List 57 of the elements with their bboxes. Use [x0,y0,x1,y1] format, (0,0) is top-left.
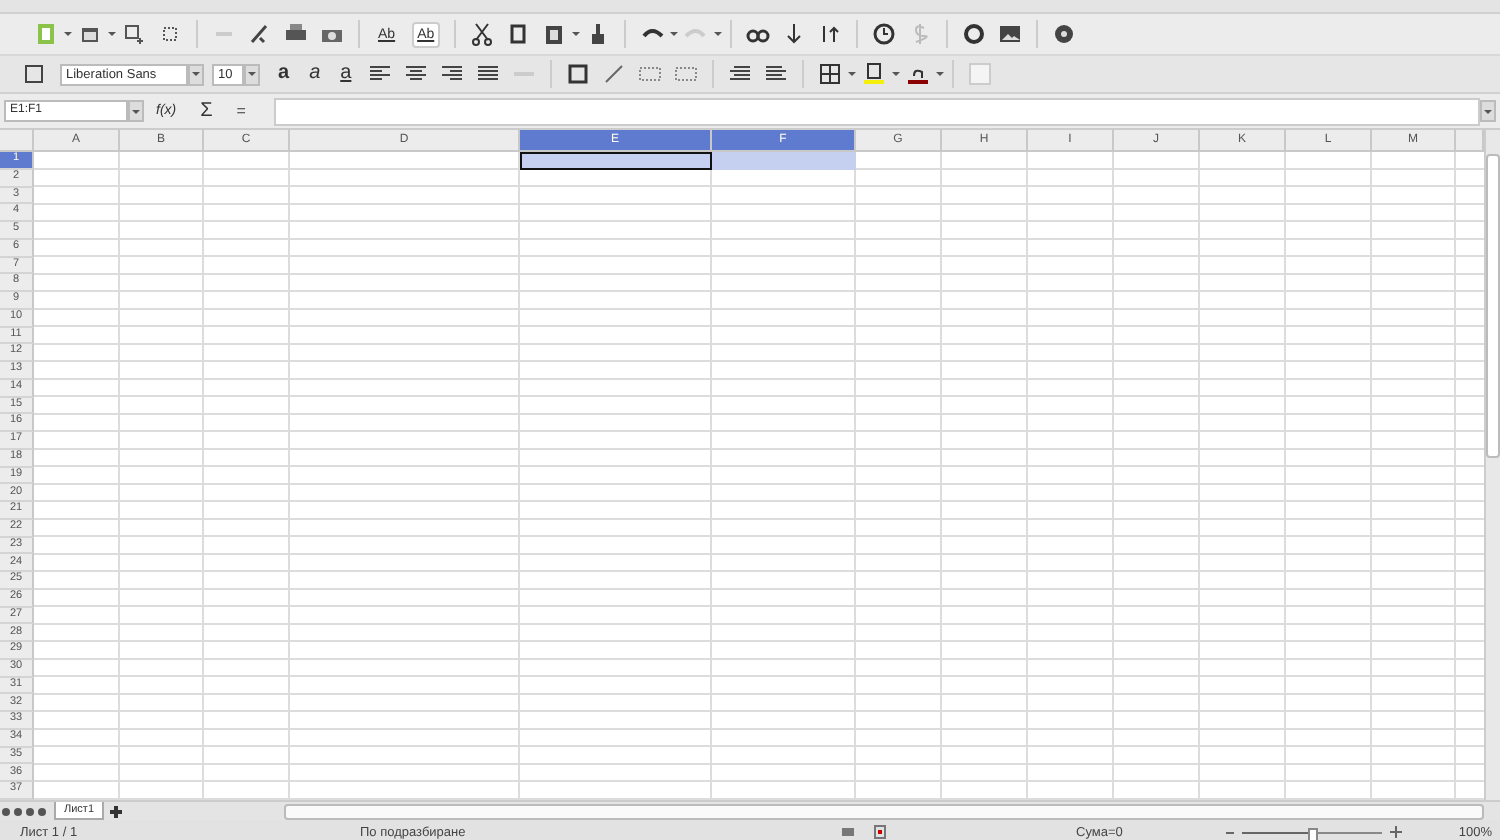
align-left-icon[interactable] [367,62,392,86]
increase-indent-icon[interactable] [763,62,788,86]
selection-mode-icon [840,824,856,840]
decrease-indent-icon[interactable] [727,62,752,86]
caret-icon[interactable] [192,70,200,78]
folder-icon[interactable] [78,22,102,46]
caret-icon[interactable] [714,30,723,38]
add-decimal-icon[interactable] [637,62,662,86]
formula-input-field[interactable] [273,97,1480,125]
first-sheet-button[interactable] [2,807,10,815]
copy-icon[interactable] [506,22,531,46]
align-right-icon[interactable] [439,62,464,86]
caret-icon[interactable] [891,70,900,78]
formula-button[interactable]: = [236,102,246,120]
sort-icon[interactable] [782,22,807,46]
caret-icon[interactable] [935,70,944,78]
font-size-dropdown[interactable] [244,63,260,85]
caret-icon[interactable] [670,30,679,38]
horizontal-scrollbar[interactable] [284,803,1484,819]
caret-icon[interactable] [847,70,856,78]
template-icon[interactable] [122,22,146,46]
clipboard-icon[interactable] [542,22,567,46]
sum-button[interactable]: Σ [200,100,213,122]
cell-style-icon[interactable] [22,62,46,86]
caret-icon[interactable] [248,70,256,78]
underline-button[interactable]: a [340,64,352,84]
next-sheet-button[interactable] [26,807,34,815]
zoom-in-icon[interactable] [1390,826,1402,838]
justify-icon[interactable] [475,62,500,86]
expand-formula-button[interactable] [1480,100,1496,122]
caret-icon[interactable] [108,30,116,38]
delete-decimal-icon[interactable] [673,62,698,86]
add-sheet-icon[interactable] [108,803,125,819]
caret-icon[interactable] [64,30,72,38]
clock-icon[interactable] [872,22,897,46]
last-sheet-button[interactable] [38,807,46,815]
document-modified-icon [872,824,888,840]
vertical-scrollbar-thumb[interactable] [1486,154,1500,458]
previous-sheet-button[interactable] [14,807,22,815]
merge-cells-icon[interactable] [565,62,590,86]
borders-icon[interactable] [817,62,842,86]
background-color-icon[interactable] [861,62,886,86]
caret-icon[interactable] [132,107,140,115]
italic-button[interactable]: a [309,64,321,84]
align-center-icon[interactable] [403,62,428,86]
scissors-icon[interactable] [470,22,495,46]
sort-ascending-icon[interactable] [818,22,843,46]
pen-icon[interactable] [248,22,272,46]
printer-icon[interactable] [284,22,308,46]
caret-icon[interactable] [572,30,581,38]
caret-icon[interactable] [1484,107,1492,115]
dotted-square-icon[interactable] [158,22,182,46]
bold-button[interactable]: a [278,64,290,84]
zoom-slider-thumb[interactable] [1308,827,1318,840]
font-name-dropdown[interactable] [188,63,204,85]
name-box-dropdown[interactable] [128,100,144,122]
image-icon[interactable] [998,22,1023,46]
